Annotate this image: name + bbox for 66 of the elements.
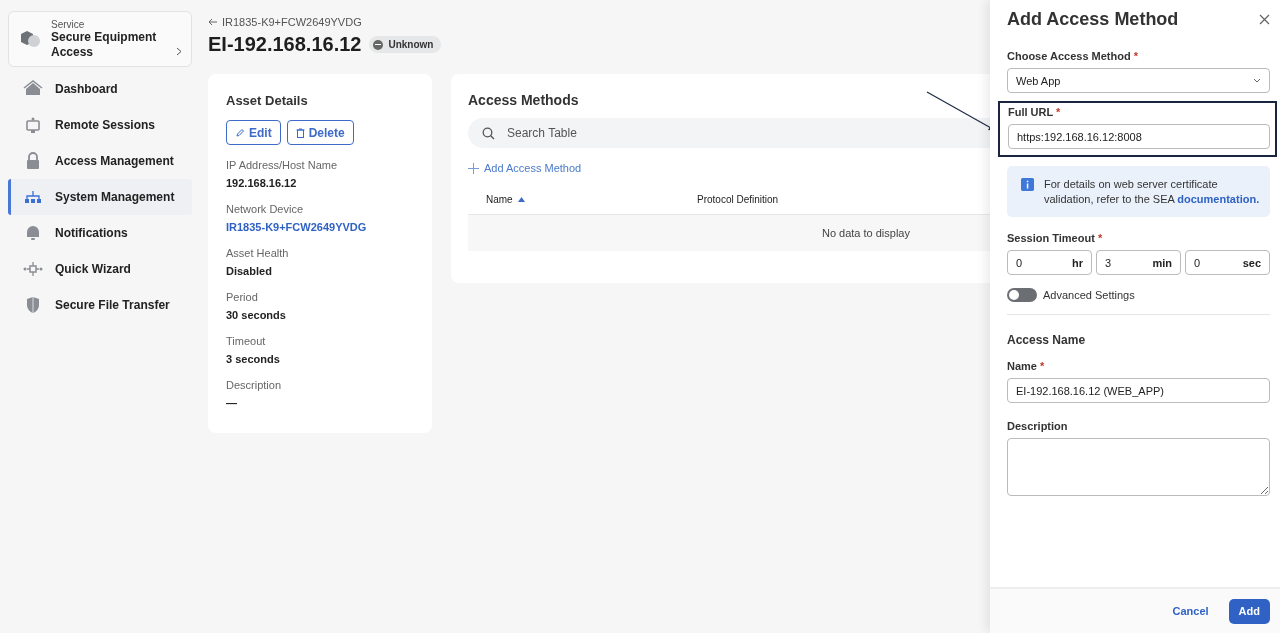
input-field[interactable]: 0 sec [1185, 250, 1270, 275]
sidebar-item[interactable]: Remote Sessions [8, 107, 192, 143]
input-field[interactable]: https:192.168.16.12:8008 [1008, 124, 1270, 149]
card-title: Asset Details [226, 93, 309, 108]
toggle-switch[interactable] [1007, 288, 1037, 302]
field-label: Full URL * [1008, 106, 1061, 118]
toggle-label: Advanced Settings [1043, 289, 1135, 301]
input-field[interactable]: 0 hr [1007, 250, 1092, 275]
pencil-icon [235, 127, 245, 138]
field-label: Description [226, 379, 282, 391]
field-value: 3 seconds [226, 353, 280, 365]
sidebar-item[interactable]: Dashboard [8, 71, 192, 107]
close-icon[interactable] [1259, 14, 1270, 25]
sidebar-item[interactable]: Notifications [8, 215, 192, 251]
field-label: Asset Health [226, 247, 289, 259]
chevron-right-icon [176, 47, 182, 56]
description-field[interactable] [1007, 438, 1270, 496]
input-field[interactable]: 3 min [1096, 250, 1181, 275]
field-label: Timeout [226, 335, 266, 347]
delete-button[interactable]: Delete [286, 120, 354, 145]
column-header[interactable]: Name [468, 193, 697, 205]
field-label: Period [226, 291, 258, 303]
field-label: Session Timeout * [1007, 232, 1103, 244]
field-label: Description [1007, 420, 1068, 432]
device-link[interactable]: IR1835-K9+FCW2649YVDG [226, 221, 367, 233]
nodes-icon [23, 259, 43, 279]
column-header[interactable]: Protocol Definition [697, 193, 779, 205]
info-icon [1021, 178, 1034, 191]
status-badge: Unknown [369, 36, 442, 53]
hexagon-icon [19, 29, 41, 49]
chevron-down-icon [1253, 78, 1261, 83]
field-value: — [226, 397, 237, 409]
back-link[interactable]: IR1835-K9+FCW2649YVDG [208, 16, 362, 28]
dropdown[interactable]: Web App [1007, 68, 1270, 93]
field-label: Choose Access Method * [1007, 50, 1138, 62]
edit-button[interactable]: Edit [226, 120, 281, 145]
search-field[interactable]: Search Table [468, 118, 990, 148]
sidebar-item[interactable]: Quick Wizard [8, 251, 192, 287]
field-label: IP Address/Host Name [226, 159, 338, 171]
minus-icon [373, 39, 384, 50]
field-value: 30 seconds [226, 309, 286, 321]
field-label: Network Device [226, 203, 304, 215]
cancel-button[interactable]: Cancel [1162, 598, 1219, 624]
field-label: Name * [1007, 360, 1045, 372]
empty-message: No data to display [821, 227, 910, 239]
monitor-icon [23, 115, 43, 135]
add-button[interactable]: Add [1228, 598, 1270, 624]
documentation-link[interactable]: documentation. [1177, 193, 1260, 205]
page-title: EI-192.168.16.12 [208, 33, 362, 56]
card-title: Access Methods [468, 92, 580, 108]
section-title: Access Name [1007, 333, 1087, 347]
field-value: 192.168.16.12 [226, 177, 297, 189]
info-message: For details on web server certificate validation, refer to the SEA documentation. [1044, 177, 1260, 207]
field-value: Disabled [226, 265, 272, 277]
service-label: Service [51, 18, 86, 30]
sidebar-item[interactable]: Secure File Transfer [8, 287, 192, 323]
sidebar-item[interactable]: System Management [8, 179, 192, 215]
service-switcher[interactable]: Service Secure Equipment Access [8, 11, 192, 67]
service-name: Secure Equipment Access [51, 29, 158, 60]
sidebar-item[interactable]: Access Management [8, 143, 192, 179]
back-arrow-icon [208, 18, 218, 26]
plus-icon [468, 162, 479, 174]
trash-icon [295, 127, 305, 138]
drawer-title: Add Access Method [1007, 9, 1179, 30]
input-field[interactable]: EI-192.168.16.12 (WEB_APP) [1007, 378, 1270, 403]
add-access-method-link[interactable]: Add Access Method [468, 162, 582, 174]
